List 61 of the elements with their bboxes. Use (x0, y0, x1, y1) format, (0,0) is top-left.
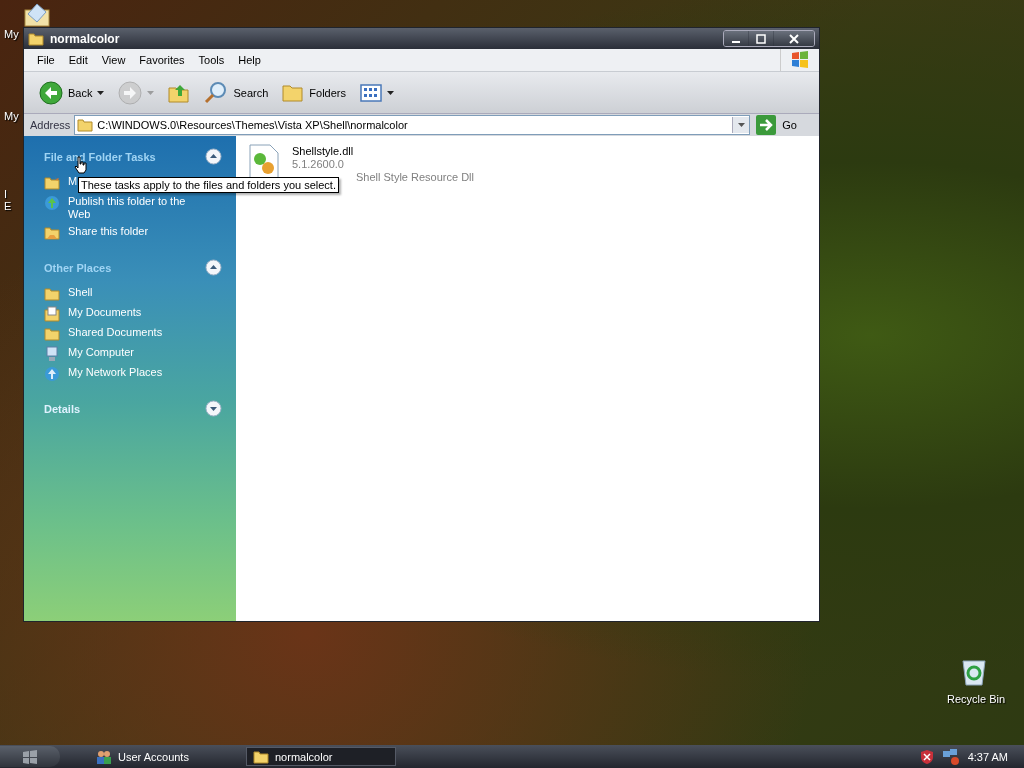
folder-icon (28, 31, 44, 46)
address-field[interactable]: C:\WINDOWS.0\Resources\Themes\Vista XP\Shell\normalcolor (74, 115, 751, 135)
desktop-icon-label[interactable]: My (0, 28, 19, 40)
expand-icon[interactable] (205, 400, 222, 417)
taskbar-button[interactable]: User Accounts (90, 747, 240, 766)
computer-icon (44, 346, 60, 362)
close-button[interactable] (774, 31, 814, 46)
task-link[interactable]: Share this folder (68, 225, 149, 238)
users-icon (96, 748, 112, 765)
folder-icon (44, 326, 60, 342)
caret-icon (97, 90, 105, 95)
file-description: Shell Style Resource Dll (355, 171, 474, 184)
task-link[interactable]: Publish this folder to the Web (68, 195, 192, 221)
desktop-icon-label[interactable]: I (0, 188, 8, 200)
task-link[interactable]: Shell (68, 286, 93, 299)
clock: 4:37 AM (967, 750, 1008, 763)
caret-icon (387, 90, 394, 95)
minimize-icon (732, 41, 740, 43)
folder-icon (77, 118, 94, 132)
search-icon (204, 80, 229, 105)
start-button[interactable] (0, 746, 60, 767)
caret-icon (737, 123, 745, 127)
desktop-icon-label[interactable]: My (0, 110, 19, 122)
close-icon (789, 33, 799, 44)
menu-item[interactable]: Help (231, 54, 268, 66)
view-grid-icon (360, 83, 382, 102)
menu-item[interactable]: Favorites (132, 54, 192, 66)
menu-item[interactable]: File (30, 54, 62, 66)
go-button[interactable]: Go (754, 115, 817, 135)
task-link[interactable]: M (68, 175, 78, 188)
menu-item[interactable]: Edit (61, 54, 95, 66)
documents-folder-icon (44, 306, 60, 322)
toolbar-button[interactable]: Back (34, 78, 110, 107)
desktop-icon-label[interactable]: E (0, 200, 12, 212)
menu-item[interactable]: View (94, 54, 133, 66)
envelope-icon[interactable] (22, 2, 52, 28)
caret-icon (147, 90, 155, 95)
address-label: Address (30, 119, 71, 131)
windows-flag-icon (22, 749, 38, 764)
folder-icon (282, 82, 305, 103)
toolbar-button[interactable]: Search (199, 78, 274, 107)
taskbar-button[interactable]: normalcolor (246, 747, 396, 766)
toolbar-button[interactable]: Folders (277, 80, 351, 105)
collapse-icon[interactable] (205, 148, 222, 165)
window-title: normalcolor (50, 31, 120, 46)
menu-item[interactable]: Tools (191, 54, 232, 66)
folder-icon (44, 175, 60, 191)
shield-icon[interactable] (919, 748, 934, 765)
recycle-bin-icon[interactable] (959, 657, 989, 687)
folder-icon (44, 225, 60, 241)
collapse-icon[interactable] (205, 259, 222, 276)
folder-icon (253, 749, 269, 764)
maximize-icon (756, 33, 766, 44)
desktop-icon-label[interactable]: Recycle Bin (942, 693, 1006, 705)
windows-flag-icon (790, 50, 810, 70)
folder-icon (44, 286, 60, 302)
file-version: 5.1.2600.0 (292, 158, 345, 171)
file-name[interactable]: Shellstyle.dll (292, 145, 474, 158)
dropdown-button[interactable] (732, 117, 750, 133)
maximize-button[interactable] (749, 31, 773, 46)
minimize-button[interactable] (724, 31, 748, 46)
